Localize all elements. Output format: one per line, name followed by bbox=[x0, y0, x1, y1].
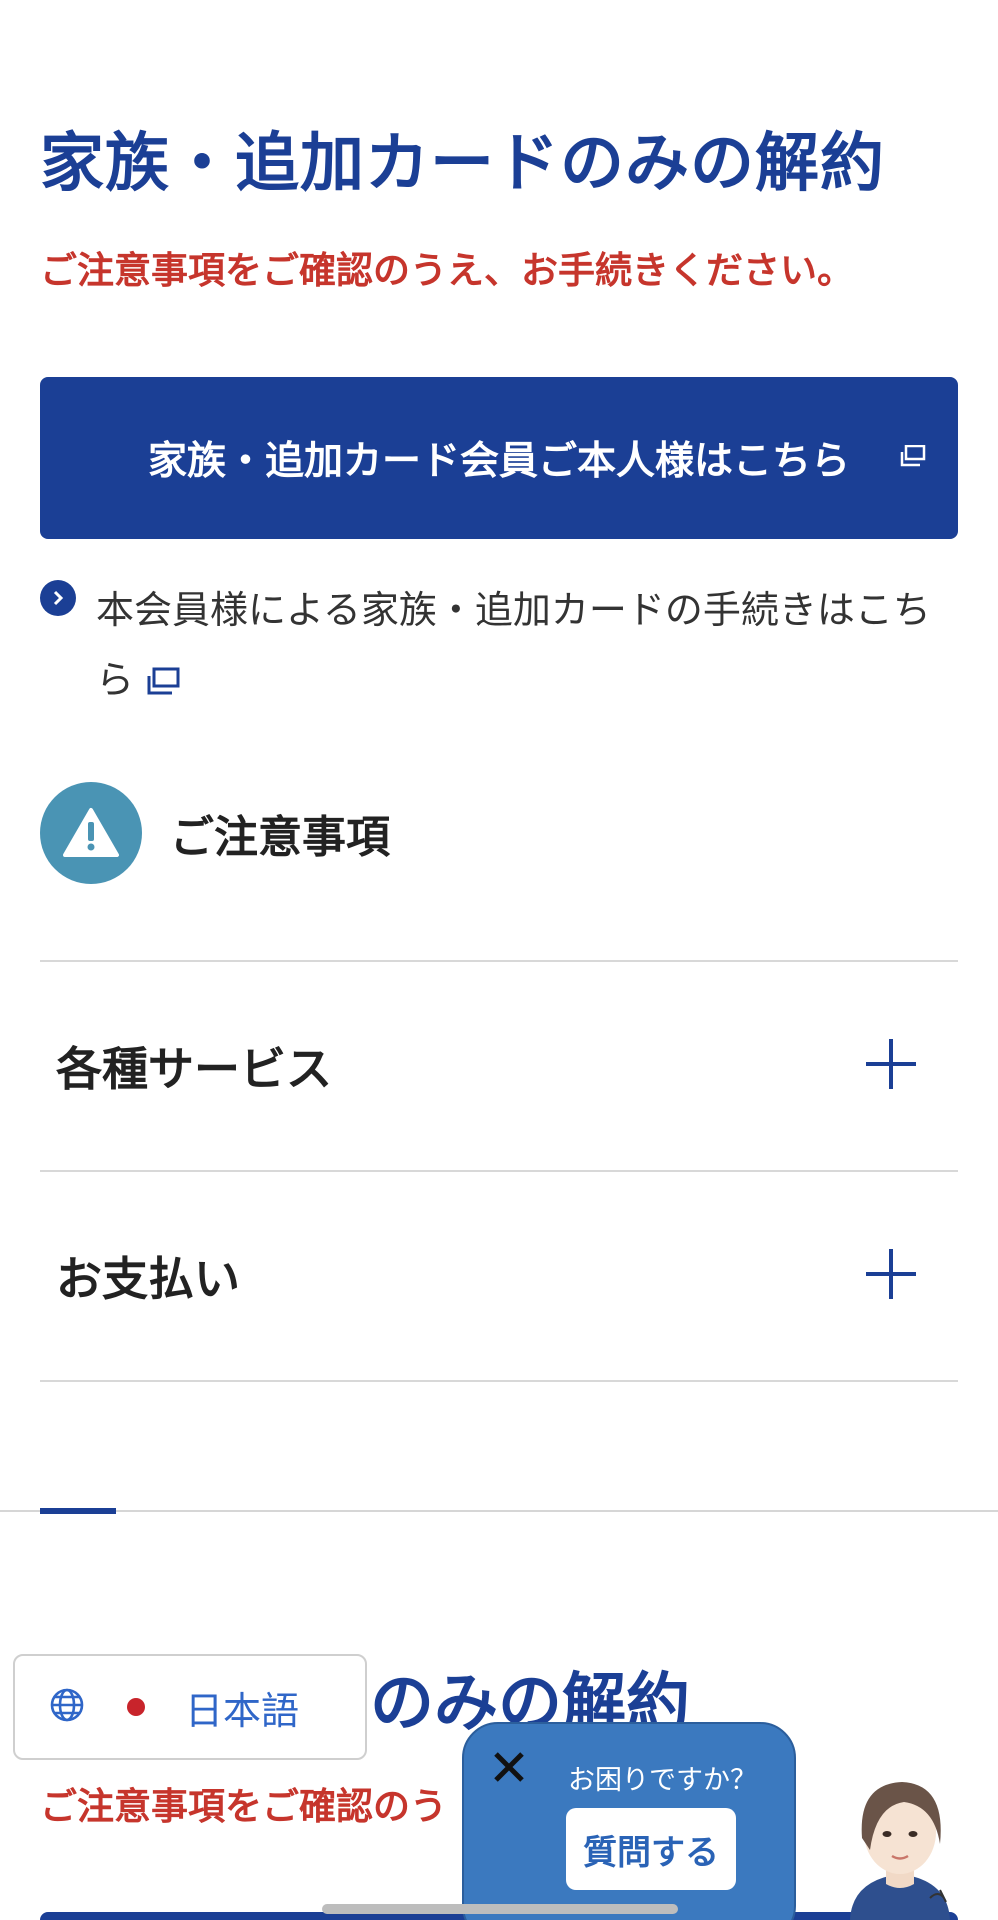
section-divider-accent bbox=[40, 1508, 116, 1514]
accordion-divider bbox=[40, 1380, 958, 1382]
main-member-procedure-label: 本会員様による家族・追加カードの手続きはこちら bbox=[96, 575, 958, 717]
caution-heading: ご注意事項 bbox=[40, 782, 390, 884]
chevron-right-icon bbox=[40, 580, 76, 616]
caution-title: ご注意事項 bbox=[170, 812, 390, 863]
warning-icon bbox=[40, 782, 142, 884]
language-label: 日本語 bbox=[185, 1688, 300, 1733]
close-icon[interactable] bbox=[490, 1748, 528, 1790]
notice-text: ご注意事項をご確認のうえ、お手続きください。 bbox=[40, 249, 854, 292]
accordion-payment: お支払い bbox=[40, 1170, 958, 1380]
main-member-procedure-link[interactable]: 本会員様による家族・追加カードの手続きはこちら bbox=[40, 575, 958, 717]
accordion-services: 各種サービス bbox=[40, 960, 958, 1170]
accordion-payment-label: お支払い bbox=[56, 1252, 240, 1306]
globe-icon bbox=[49, 1687, 85, 1727]
external-link-icon bbox=[900, 444, 926, 471]
language-flag-dot bbox=[127, 1698, 145, 1716]
accordion-services-toggle[interactable]: 各種サービス bbox=[40, 962, 958, 1170]
page: 家族・追加カードのみの解約 ご注意事項をご確認のうえ、お手続きください。 家族・… bbox=[0, 0, 998, 1920]
page-title: 家族・追加カードのみの解約 bbox=[40, 127, 885, 201]
accordion-payment-toggle[interactable]: お支払い bbox=[40, 1172, 958, 1380]
plus-icon bbox=[864, 1037, 918, 1095]
chat-avatar[interactable] bbox=[830, 1762, 970, 1920]
chat-question: お困りですか？ bbox=[568, 1765, 757, 1796]
plus-icon bbox=[864, 1247, 918, 1305]
section-divider bbox=[0, 1510, 998, 1512]
ask-question-button[interactable]: 質問する bbox=[566, 1808, 736, 1890]
language-selector[interactable]: 日本語 bbox=[13, 1654, 367, 1760]
cardholder-procedure-button[interactable]: 家族・追加カード会員ご本人様はこちら bbox=[40, 377, 958, 539]
chat-widget: お困りですか？ 質問する bbox=[462, 1722, 796, 1920]
cardholder-procedure-label: 家族・追加カード会員ご本人様はこちら bbox=[147, 439, 850, 484]
accordion-services-label: 各種サービス bbox=[56, 1042, 332, 1096]
home-indicator bbox=[322, 1904, 678, 1914]
external-link-icon bbox=[146, 647, 180, 717]
